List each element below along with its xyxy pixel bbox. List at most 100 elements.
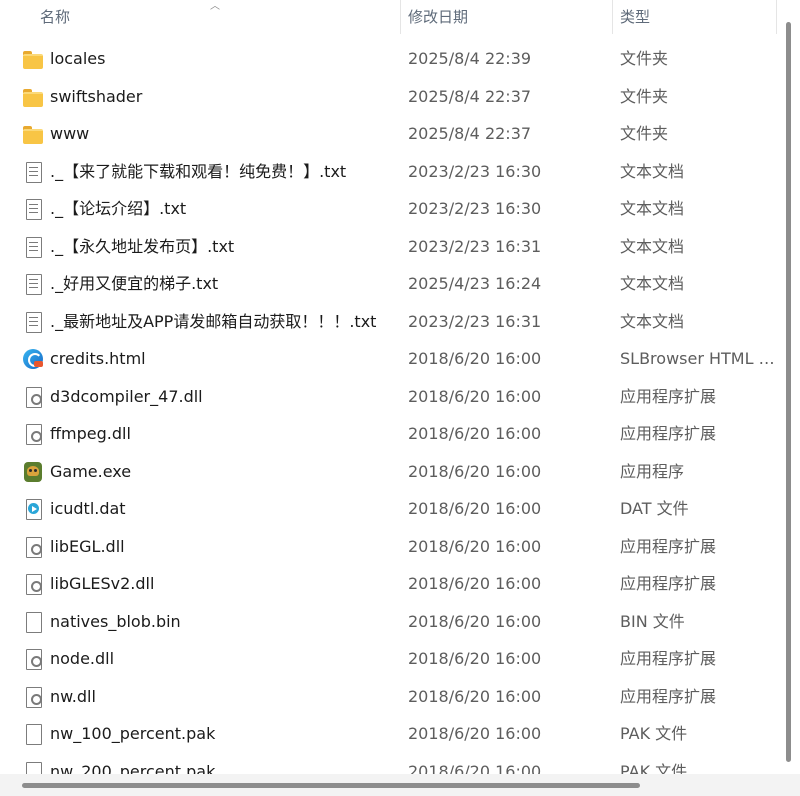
text-document-icon	[22, 161, 44, 183]
file-type: 应用程序	[620, 461, 685, 481]
file-name: Game.exe	[50, 461, 132, 481]
file-row[interactable]: icudtl.dat 2018/6/20 16:00 DAT 文件	[0, 490, 778, 528]
file-name: ffmpeg.dll	[50, 424, 131, 443]
horizontal-scrollbar-thumb[interactable]	[22, 783, 640, 788]
file-type: SLBrowser HTML D...	[620, 349, 776, 368]
file-row[interactable]: www 2025/8/4 22:37 文件夹	[0, 115, 778, 153]
dll-gear-icon	[22, 574, 44, 595]
file-name: nw_200_percent.pak	[50, 761, 216, 775]
game-exe-icon	[22, 461, 44, 482]
file-date-modified: 2018/6/20 16:00	[408, 574, 542, 593]
file-type: 应用程序扩展	[620, 574, 717, 593]
column-header-type[interactable]: 类型	[620, 0, 650, 34]
file-row[interactable]: ffmpeg.dll 2018/6/20 16:00 应用程序扩展	[0, 415, 778, 453]
file-date-modified: 2025/8/4 22:37	[408, 86, 532, 106]
folder-icon	[22, 49, 44, 69]
file-date-modified: 2018/6/20 16:00	[408, 386, 542, 406]
file-date-modified: 2018/6/20 16:00	[408, 686, 542, 706]
sort-ascending-icon: ︿	[210, 1, 220, 12]
file-name: nw.dll	[50, 686, 96, 706]
vertical-scrollbar-thumb[interactable]	[786, 22, 791, 762]
file-row[interactable]: nw_100_percent.pak 2018/6/20 16:00 PAK 文件	[0, 715, 778, 753]
file-type: 应用程序扩展	[620, 649, 717, 668]
file-row[interactable]: ._最新地址及APP请发邮箱自动获取！！！.txt 2023/2/23 16:31…	[0, 303, 778, 341]
file-date-modified: 2025/8/4 22:37	[408, 124, 532, 143]
file-row[interactable]: Game.exe 2018/6/20 16:00 应用程序	[0, 453, 778, 491]
file-date-modified: 2018/6/20 16:00	[408, 761, 542, 775]
text-document-icon	[22, 199, 44, 220]
file-type: 应用程序扩展	[620, 424, 717, 443]
file-name: libEGL.dll	[50, 536, 125, 556]
file-type: 文本文档	[620, 236, 685, 256]
file-row[interactable]: ._【永久地址发布页】.txt 2023/2/23 16:31 文本文档	[0, 228, 778, 266]
text-document-icon	[22, 311, 44, 333]
horizontal-scrollbar[interactable]	[0, 774, 800, 796]
dll-gear-icon	[22, 424, 44, 445]
column-header-date-modified[interactable]: 修改日期	[408, 0, 468, 34]
file-row[interactable]: credits.html 2018/6/20 16:00 SLBrowser HTM…	[0, 340, 778, 378]
file-row[interactable]: node.dll 2018/6/20 16:00 应用程序扩展	[0, 640, 778, 678]
file-type: 文本文档	[620, 161, 685, 181]
file-name: d3dcompiler_47.dll	[50, 386, 203, 406]
file-row[interactable]: ._【论坛介绍】.txt 2023/2/23 16:30 文本文档	[0, 190, 778, 228]
file-row[interactable]: libEGL.dll 2018/6/20 16:00 应用程序扩展	[0, 528, 778, 566]
file-name: ._【来了就能下载和观看！纯免费！】.txt	[50, 161, 347, 181]
file-date-modified: 2018/6/20 16:00	[408, 536, 542, 556]
dll-gear-icon	[22, 686, 44, 708]
column-header-name[interactable]: 名称	[40, 0, 70, 34]
file-type: 文件夹	[620, 49, 669, 68]
file-row[interactable]: locales 2025/8/4 22:39 文件夹	[0, 40, 778, 78]
file-date-modified: 2018/6/20 16:00	[408, 724, 542, 743]
file-type: 应用程序扩展	[620, 386, 717, 406]
file-name: icudtl.dat	[50, 499, 126, 518]
file-row[interactable]: swiftshader 2025/8/4 22:37 文件夹	[0, 78, 778, 116]
file-name: natives_blob.bin	[50, 611, 181, 631]
dll-gear-icon	[22, 386, 44, 408]
file-row[interactable]: nw.dll 2018/6/20 16:00 应用程序扩展	[0, 678, 778, 716]
blank-file-icon	[22, 761, 44, 774]
file-row[interactable]: d3dcompiler_47.dll 2018/6/20 16:00 应用程序扩展	[0, 378, 778, 416]
file-row[interactable]: ._【来了就能下载和观看！纯免费！】.txt 2023/2/23 16:30 文本文…	[0, 153, 778, 191]
file-row[interactable]: libGLESv2.dll 2018/6/20 16:00 应用程序扩展	[0, 565, 778, 603]
file-type: PAK 文件	[620, 761, 688, 775]
file-name: ._【论坛介绍】.txt	[50, 199, 187, 218]
browser-html-icon	[22, 349, 44, 369]
file-date-modified: 2023/2/23 16:30	[408, 161, 542, 181]
file-row[interactable]: nw_200_percent.pak 2018/6/20 16:00 PAK 文件	[0, 753, 778, 775]
folder-icon	[22, 124, 44, 144]
column-divider[interactable]	[400, 0, 401, 34]
file-row[interactable]: natives_blob.bin 2018/6/20 16:00 BIN 文件	[0, 603, 778, 641]
file-name: ._好用又便宜的梯子.txt	[50, 274, 219, 293]
file-date-modified: 2023/2/23 16:30	[408, 199, 542, 218]
file-date-modified: 2018/6/20 16:00	[408, 461, 542, 481]
file-type: 文本文档	[620, 274, 685, 293]
dll-gear-icon	[22, 649, 44, 670]
file-date-modified: 2023/2/23 16:31	[408, 311, 542, 331]
column-divider[interactable]	[612, 0, 613, 34]
file-date-modified: 2018/6/20 16:00	[408, 649, 542, 668]
file-date-modified: 2018/6/20 16:00	[408, 611, 542, 631]
file-type: BIN 文件	[620, 611, 685, 631]
file-name: nw_100_percent.pak	[50, 724, 216, 743]
column-divider[interactable]	[776, 0, 777, 34]
file-row[interactable]: ._好用又便宜的梯子.txt 2025/4/23 16:24 文本文档	[0, 265, 778, 303]
file-list: locales 2025/8/4 22:39 文件夹 swiftshader 2025/…	[0, 40, 778, 774]
file-type: DAT 文件	[620, 499, 689, 518]
file-name: ._【永久地址发布页】.txt	[50, 236, 235, 256]
file-date-modified: 2023/2/23 16:31	[408, 236, 542, 256]
text-document-icon	[22, 274, 44, 295]
file-type: 应用程序扩展	[620, 536, 717, 556]
dll-gear-icon	[22, 536, 44, 558]
media-play-icon	[22, 499, 44, 520]
vertical-scrollbar[interactable]	[778, 0, 800, 774]
blank-file-icon	[22, 724, 44, 745]
file-date-modified: 2018/6/20 16:00	[408, 499, 542, 518]
column-header-bar: ︿ 名称 修改日期 类型	[0, 0, 778, 34]
file-name: credits.html	[50, 349, 146, 368]
file-type: 文件夹	[620, 86, 669, 106]
file-name: ._最新地址及APP请发邮箱自动获取！！！.txt	[50, 311, 377, 331]
file-name: libGLESv2.dll	[50, 574, 155, 593]
blank-file-icon	[22, 611, 44, 633]
file-date-modified: 2018/6/20 16:00	[408, 424, 542, 443]
file-type: PAK 文件	[620, 724, 688, 743]
